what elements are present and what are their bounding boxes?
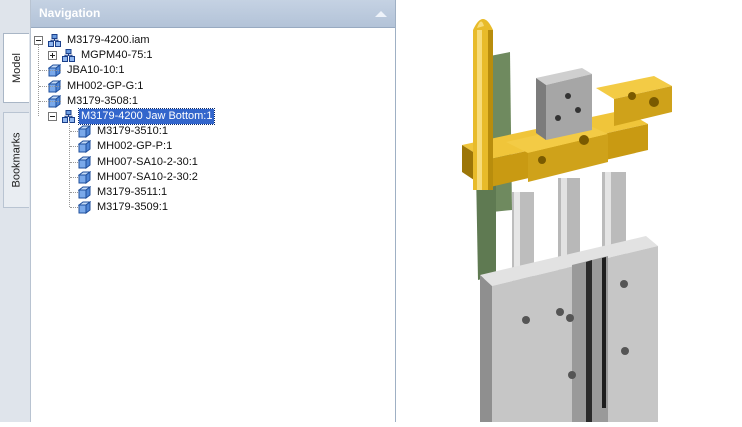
tree-node[interactable]: MH002-GP-P:1: [77, 139, 174, 154]
tree-connector-line: [70, 192, 78, 193]
tree-connector-line: [69, 121, 70, 207]
tree-node[interactable]: M3179-3508:1: [47, 94, 140, 109]
tree-connector-line: [39, 101, 61, 102]
3d-viewport[interactable]: [396, 0, 742, 422]
tree-node[interactable]: MGPM40-75:1: [48, 48, 155, 63]
collapse-icon[interactable]: [34, 36, 43, 45]
tree-node-label: MGPM40-75:1: [81, 49, 153, 61]
tree-node-label: M3179-4200 Jaw Bottom:1: [77, 108, 216, 125]
tree-node-label: JBA10-10:1: [67, 64, 125, 76]
navigation-header: Navigation: [31, 0, 395, 28]
part-icon: [77, 201, 92, 214]
tree-node-label: MH007-SA10-2-30:2: [97, 171, 198, 183]
expand-icon[interactable]: [48, 51, 57, 60]
tree-node-label: M3179-4200.iam: [67, 34, 150, 46]
tree-node[interactable]: M3179-3510:1: [77, 124, 170, 139]
tab-model-label: Model: [10, 53, 23, 83]
navigation-title: Navigation: [39, 6, 101, 20]
tab-model[interactable]: Model: [3, 33, 29, 103]
tree-node-label: M3179-3508:1: [67, 95, 138, 107]
part-icon: [77, 125, 92, 138]
assembly-icon: [48, 34, 61, 47]
collapse-icon[interactable]: [48, 112, 57, 121]
tree-connector-line: [38, 45, 39, 116]
tree-connector-line: [39, 70, 61, 71]
tree-connector-line: [70, 162, 78, 163]
tree-node[interactable]: MH002-GP-G:1: [47, 79, 145, 94]
tree-node[interactable]: MH007-SA10-2-30:2: [77, 170, 200, 185]
navigation-panel: Navigation M3179-4200.iam MGPM40-75:1 JBA1…: [31, 0, 396, 422]
tree-node[interactable]: M3179-4200 Jaw Bottom:1: [48, 108, 216, 125]
tab-bookmarks[interactable]: Bookmarks: [3, 112, 29, 208]
tree-node[interactable]: M3179-4200.iam: [34, 33, 152, 48]
collapse-panel-icon[interactable]: [375, 11, 387, 17]
tree-connector-line: [70, 131, 78, 132]
tree-node-label: MH002-GP-G:1: [67, 80, 144, 92]
tree-node-label: M3179-3510:1: [97, 125, 168, 137]
tree-node-label: M3179-3511:1: [97, 186, 168, 198]
tree-node[interactable]: M3179-3509:1: [77, 200, 170, 215]
model-tree: M3179-4200.iam MGPM40-75:1 JBA10-10:1 MH002…: [31, 28, 395, 422]
gripper-model-render: [462, 19, 672, 422]
tree-connector-line: [70, 146, 78, 147]
panel-tab-strip: Model Bookmarks: [0, 0, 31, 422]
assembly-icon: [62, 49, 75, 62]
tree-node-label: M3179-3509:1: [97, 201, 168, 213]
tree-connector-line: [70, 177, 78, 178]
part-icon: [77, 171, 92, 184]
part-icon: [77, 140, 92, 153]
part-icon: [77, 156, 92, 169]
tree-node-label: MH002-GP-P:1: [97, 140, 173, 152]
tree-node-label: MH007-SA10-2-30:1: [97, 156, 198, 168]
tree-connector-line: [39, 86, 61, 87]
part-icon: [77, 186, 92, 199]
tab-bookmarks-label: Bookmarks: [10, 132, 23, 188]
center-block-front: [546, 74, 592, 140]
tree-node[interactable]: MH007-SA10-2-30:1: [77, 155, 200, 170]
tree-node[interactable]: M3179-3511:1: [77, 185, 169, 200]
tree-connector-line: [70, 207, 78, 208]
body-side-face: [480, 275, 492, 422]
